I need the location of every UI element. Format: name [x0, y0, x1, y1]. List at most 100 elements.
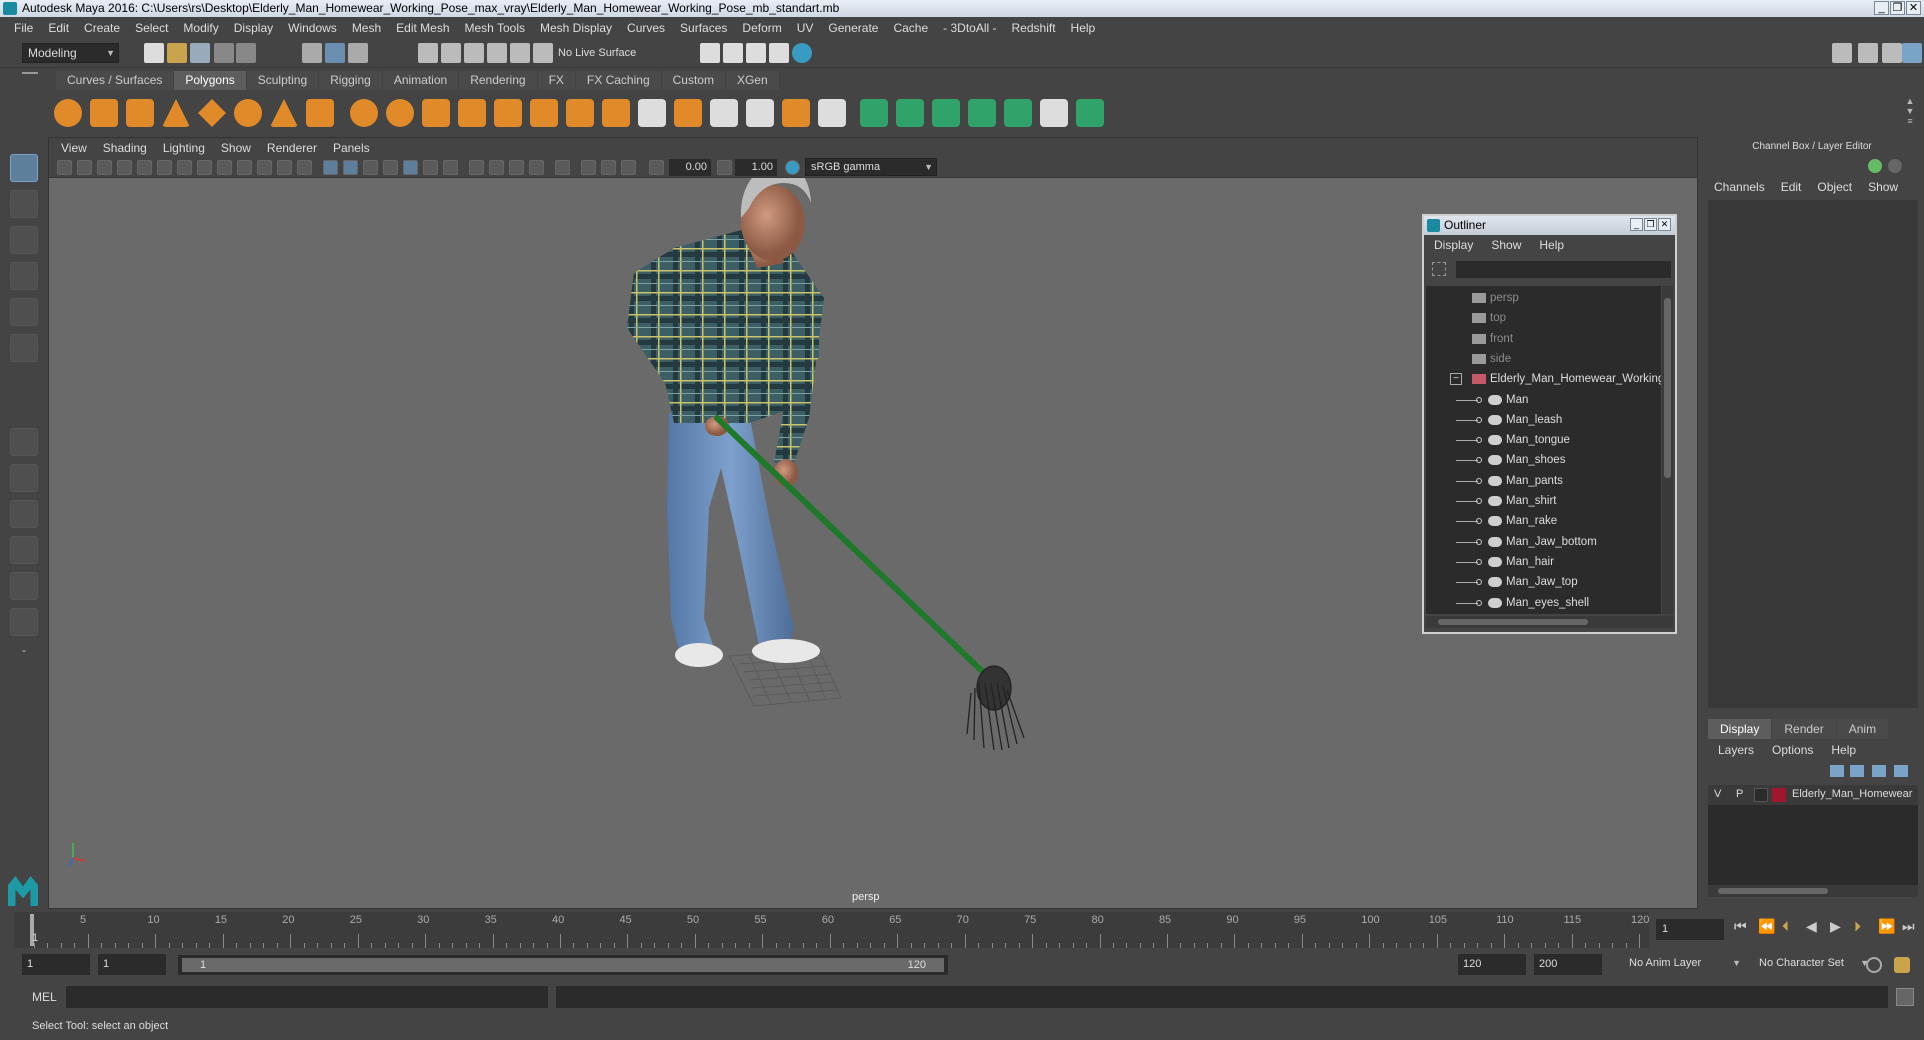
select-camera-icon[interactable]	[57, 160, 72, 175]
layer-row[interactable]: V P Elderly_Man_Homewear	[1708, 785, 1918, 805]
menu-modify[interactable]: Modify	[183, 21, 218, 35]
make-live-icon[interactable]	[533, 43, 553, 63]
textured-icon[interactable]	[403, 160, 418, 175]
smooth-shade-icon[interactable]	[343, 160, 358, 175]
auto-key-icon[interactable]	[1866, 957, 1882, 973]
outliner-hscroll-thumb[interactable]	[1438, 619, 1588, 625]
render-view-icon[interactable]	[792, 43, 812, 63]
step-forward-icon[interactable]: ⏩	[1878, 918, 1895, 935]
attribute-editor-icon[interactable]	[1858, 43, 1878, 63]
layer-menu-layers[interactable]: Layers	[1718, 743, 1754, 757]
panel-menu-shading[interactable]: Shading	[103, 141, 147, 155]
multi-cut-icon[interactable]	[710, 99, 738, 127]
isolate-select-icon[interactable]	[555, 160, 570, 175]
shelf-tab-animation[interactable]: Animation	[382, 71, 459, 90]
time-slider[interactable]: 1 5 10 15 20 25 30 35 40 45 50 55 60 65 70 75 80 85 90 95 1…	[14, 912, 1649, 948]
persp-graph-layout-icon[interactable]	[10, 536, 38, 564]
poly-cone-icon[interactable]	[162, 99, 190, 127]
channel-box-icon[interactable]	[1902, 43, 1922, 63]
layer-tab-display[interactable]: Display	[1708, 719, 1772, 739]
shelf-tab-custom[interactable]: Custom	[661, 71, 725, 90]
outliner-minimize-button[interactable]: _	[1630, 218, 1643, 231]
bevel-icon[interactable]	[566, 99, 594, 127]
outliner-item[interactable]: Man_pants	[1426, 471, 1661, 491]
render-settings-icon[interactable]	[746, 43, 766, 63]
use-all-lights-icon[interactable]	[423, 160, 438, 175]
undo-icon[interactable]	[214, 43, 234, 63]
combine-icon[interactable]	[350, 99, 378, 127]
restore-button[interactable]: ❐	[1890, 1, 1905, 15]
outliner-item[interactable]: Man	[1426, 390, 1661, 410]
layer-hscrollbar[interactable]	[1708, 885, 1918, 897]
ipr-render-icon[interactable]	[723, 43, 743, 63]
quad-draw-icon[interactable]	[818, 99, 846, 127]
script-editor-icon[interactable]	[1896, 988, 1914, 1006]
outliner-title-bar[interactable]: Outliner _ ❐ ✕	[1424, 216, 1675, 235]
color-management-icon[interactable]	[785, 160, 800, 175]
play-backwards-icon[interactable]: ◀	[1806, 918, 1817, 935]
shelf-tab-fx-caching[interactable]: FX Caching	[575, 71, 661, 90]
channel-menu-object[interactable]: Object	[1817, 180, 1852, 194]
safe-title-icon[interactable]	[297, 160, 312, 175]
menu-windows[interactable]: Windows	[288, 21, 337, 35]
2d-pan-zoom-icon[interactable]	[157, 160, 172, 175]
layer-type-toggle[interactable]	[1754, 788, 1768, 802]
uv-layout-icon[interactable]	[10, 608, 38, 636]
outliner-item[interactable]: Man_rake	[1426, 511, 1661, 531]
close-button[interactable]: ✕	[1906, 1, 1921, 15]
panel-menu-show[interactable]: Show	[221, 141, 251, 155]
range-slider[interactable]: 1 120	[178, 955, 948, 975]
uv-unfold-icon[interactable]	[674, 99, 702, 127]
poly-pyramid-icon[interactable]	[270, 99, 298, 127]
new-layer-icon[interactable]	[1872, 765, 1886, 777]
redo-icon[interactable]	[236, 43, 256, 63]
layer-tab-anim[interactable]: Anim	[1836, 719, 1889, 739]
target-weld-icon[interactable]	[746, 99, 774, 127]
spherical-mapping-icon[interactable]	[932, 99, 960, 127]
extract-icon[interactable]	[422, 99, 450, 127]
outliner-camera-item[interactable]: side	[1426, 349, 1661, 369]
outliner-close-button[interactable]: ✕	[1658, 218, 1671, 231]
shelf-tab-rendering[interactable]: Rendering	[459, 71, 537, 90]
save-scene-icon[interactable]	[190, 43, 210, 63]
more-layouts-icon[interactable]: -	[10, 644, 38, 662]
camera-attributes-icon[interactable]	[77, 160, 92, 175]
minimize-button[interactable]: _	[1874, 1, 1889, 15]
outliner-camera-item[interactable]: top	[1426, 308, 1661, 328]
four-view-layout-icon[interactable]	[10, 464, 38, 492]
filter-icon[interactable]	[1432, 262, 1446, 276]
mode-selector[interactable]: Modeling ▼	[22, 43, 119, 63]
connect-icon[interactable]	[782, 99, 810, 127]
film-gate-icon[interactable]	[197, 160, 212, 175]
outliner-camera-item[interactable]: persp	[1426, 288, 1661, 308]
poly-pipe-icon[interactable]	[306, 99, 334, 127]
snap-grid-icon[interactable]	[418, 43, 438, 63]
menu-mesh-tools[interactable]: Mesh Tools	[465, 21, 525, 35]
poly-torus-icon[interactable]	[234, 99, 262, 127]
new-scene-icon[interactable]	[144, 43, 164, 63]
shelf-tab-xgen[interactable]: XGen	[725, 71, 779, 90]
shelf-tab-curves-surfaces[interactable]: Curves / Surfaces	[56, 71, 174, 90]
grease-pencil-icon[interactable]	[137, 160, 152, 175]
outliner-item[interactable]: Man_Jaw_top	[1426, 572, 1661, 592]
gamma-field[interactable]: 1.00	[735, 159, 777, 176]
view-transform-selector[interactable]: sRGB gamma ▼	[805, 158, 937, 176]
outliner-item[interactable]: Man_hair	[1426, 552, 1661, 572]
layer-menu-help[interactable]: Help	[1831, 743, 1856, 757]
panel-menu-view[interactable]: View	[61, 141, 87, 155]
range-slider-handle[interactable]: 1 120	[182, 958, 944, 972]
menu-3dtoall[interactable]: - 3DtoAll -	[943, 21, 996, 35]
checker-icon[interactable]	[1040, 99, 1068, 127]
layer-visibility-toggle[interactable]: V	[1714, 788, 1721, 800]
outliner-item[interactable]: Man_shoes	[1426, 450, 1661, 470]
planar-mapping-icon[interactable]	[860, 99, 888, 127]
playback-end-field[interactable]: 120	[1458, 954, 1526, 975]
outliner-vscrollbar[interactable]	[1662, 286, 1673, 614]
outliner-vscroll-thumb[interactable]	[1664, 298, 1671, 478]
shelf-tab-fx[interactable]: FX	[537, 71, 575, 90]
select-tool-icon[interactable]	[10, 154, 38, 182]
play-forwards-icon[interactable]: ▶	[1830, 918, 1841, 935]
shelf-menu-icon[interactable]	[22, 72, 38, 86]
resolution-gate-icon[interactable]	[217, 160, 232, 175]
playback-start-field[interactable]: 1	[98, 954, 166, 975]
